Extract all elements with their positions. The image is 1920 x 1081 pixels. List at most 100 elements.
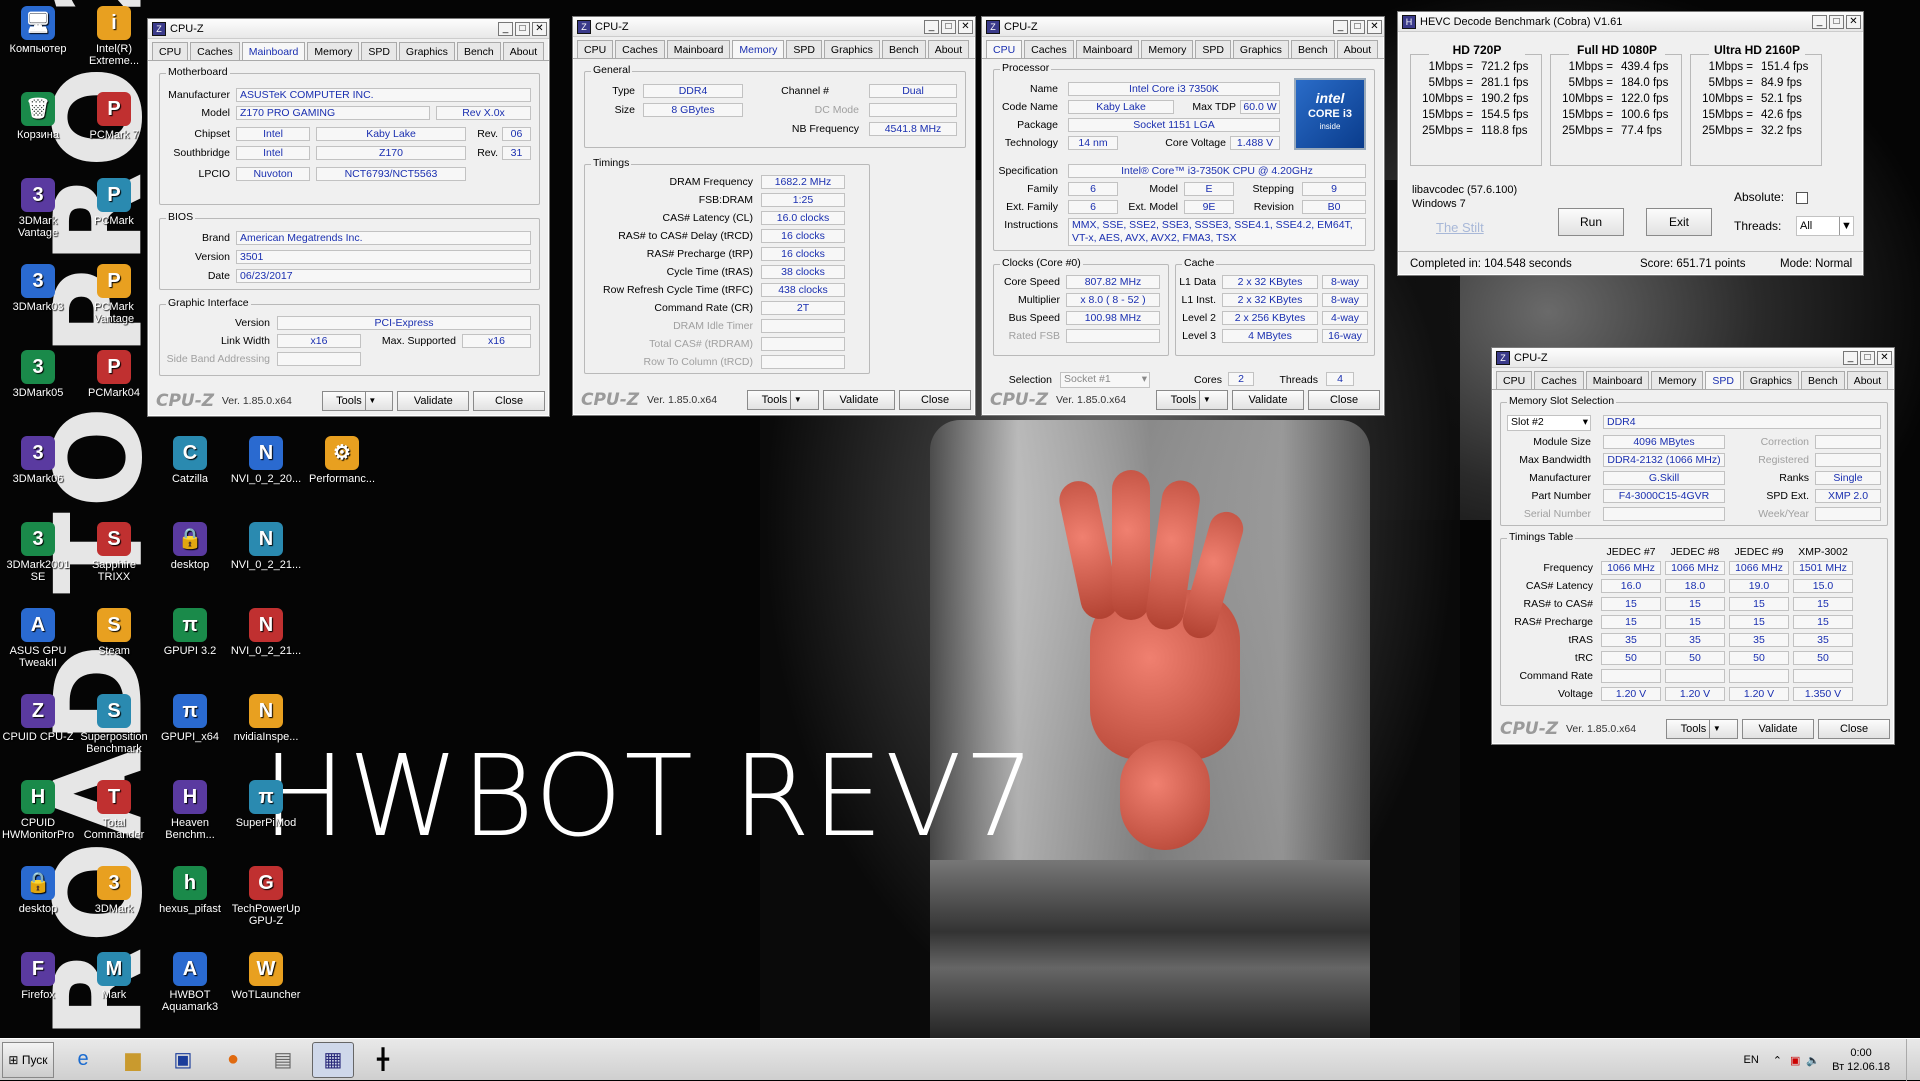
tab-graphics[interactable]: Graphics [399,42,455,60]
desktop-icon[interactable]: MMark [76,952,152,1001]
cpuz-taskbar-icon[interactable]: ▦ [312,1042,354,1078]
tab-bench[interactable]: Bench [457,42,501,60]
tab-about[interactable]: About [928,40,969,58]
run-button[interactable]: Run [1558,208,1624,236]
language-indicator[interactable]: EN [1744,1054,1759,1066]
absolute-checkbox[interactable] [1796,192,1808,204]
desktop-icon[interactable]: HHeaven Benchm... [152,780,228,841]
desktop-icon[interactable]: FFirefox [0,952,76,1001]
desktop-icon[interactable]: WWoTLauncher [228,952,304,1001]
title-bar[interactable]: Z CPU-Z _ □ ✕ [1492,348,1894,368]
clock[interactable]: 0:00 Вт 12.06.18 [1832,1046,1890,1074]
tab-about[interactable]: About [503,42,544,60]
tab-bench[interactable]: Bench [1801,371,1845,389]
cpuz-cpu-window[interactable]: Z CPU-Z _ □ ✕ CPU Caches Mainboard Memor… [981,16,1385,416]
validate-button[interactable]: Validate [397,391,469,411]
tab-cpu[interactable]: CPU [1496,371,1532,389]
tab-graphics[interactable]: Graphics [824,40,880,58]
desktop-icon[interactable]: HCPUID HWMonitorPro [0,780,76,841]
desktop-icon[interactable]: SSteam [76,608,152,657]
explorer-folder-icon[interactable]: ▆ [112,1042,154,1078]
desktop-icon[interactable]: AASUS GPU TweakII [0,608,76,669]
tab-memory[interactable]: Memory [1141,40,1193,58]
firefox-icon[interactable]: ● [212,1042,254,1078]
tab-cpu[interactable]: CPU [986,40,1022,58]
close-button[interactable]: Close [473,391,545,411]
hevc-taskbar-icon[interactable]: ╋ [362,1042,404,1078]
exit-button[interactable]: Exit [1646,208,1712,236]
tab-caches[interactable]: Caches [615,40,665,58]
maximize-button[interactable]: □ [515,22,530,36]
tab-caches[interactable]: Caches [190,42,240,60]
tab-mainboard[interactable]: Mainboard [1076,40,1140,58]
tab-spd[interactable]: SPD [1705,371,1741,389]
maximize-button[interactable]: □ [1350,20,1365,34]
tab-spd[interactable]: SPD [786,40,822,58]
desktop-icon[interactable]: PPCMark Vantage [76,264,152,325]
desktop-icon[interactable]: 33DMark05 [0,350,76,399]
the-stilt-link[interactable]: The Stilt [1436,220,1484,235]
validate-button[interactable]: Validate [1232,390,1304,410]
maximize-button[interactable]: □ [1860,351,1875,365]
tab-about[interactable]: About [1337,40,1378,58]
floppy-save-icon[interactable]: ▣ [162,1042,204,1078]
tab-cpu[interactable]: CPU [152,42,188,60]
minimize-button[interactable]: _ [924,20,939,34]
tray-expand-icon[interactable]: ⌃ [1773,1054,1782,1067]
desktop-icon[interactable]: 🔒desktop [0,866,76,915]
tools-button[interactable]: Tools ▼ [1666,719,1738,739]
desktop-icon[interactable]: TTotal Commander [76,780,152,841]
desktop-icon[interactable]: 🗑Корзина [0,92,76,141]
cpuz-spd-window[interactable]: Z CPU-Z _ □ ✕ CPU Caches Mainboard Memor… [1491,347,1895,745]
desktop-icon[interactable]: AHWBOT Aquamark3 [152,952,228,1013]
minimize-button[interactable]: _ [1843,351,1858,365]
desktop-icon[interactable]: NNVI_0_2_21... [228,522,304,571]
maximize-button[interactable]: □ [941,20,956,34]
tab-spd[interactable]: SPD [361,42,397,60]
tab-bench[interactable]: Bench [1291,40,1335,58]
desktop-icon[interactable]: 33DMark2001 SE [0,522,76,583]
validate-button[interactable]: Validate [823,390,895,410]
tools-button[interactable]: Tools ▼ [747,390,819,410]
desktop-icon[interactable]: iIntel(R) Extreme... [76,6,152,67]
desktop-icon[interactable]: PPCMark04 [76,350,152,399]
desktop-icon[interactable]: ⚙Performanc... [304,436,380,485]
close-window-button[interactable]: ✕ [1877,351,1892,365]
close-window-button[interactable]: ✕ [958,20,973,34]
desktop-icon[interactable]: 33DMark [76,866,152,915]
desktop-icon[interactable]: PPCMark [76,178,152,227]
minimize-button[interactable]: _ [498,22,513,36]
desktop-icon[interactable]: CCatzilla [152,436,228,485]
desktop-icon[interactable]: NNVI_0_2_21... [228,608,304,657]
desktop-icon[interactable]: 🔒desktop [152,522,228,571]
desktop-icon[interactable]: πGPUPI 3.2 [152,608,228,657]
internet-explorer-icon[interactable]: e [62,1042,104,1078]
desktop-icon[interactable]: πGPUPI_x64 [152,694,228,743]
desktop-icon[interactable]: hhexus_pifast [152,866,228,915]
title-bar[interactable]: Z CPU-Z _ □ ✕ [148,19,549,39]
desktop-icon[interactable]: NNVI_0_2_20... [228,436,304,485]
threads-select[interactable]: All▼ [1796,216,1854,236]
start-button[interactable]: ⊞ Пуск [2,1042,54,1078]
tools-button[interactable]: Tools ▼ [322,391,394,411]
close-button[interactable]: Close [899,390,971,410]
hevc-benchmark-window[interactable]: H HEVC Decode Benchmark (Cobra) V1.61 _ … [1397,11,1864,276]
desktop-icon[interactable]: πSuperPiMod [228,780,304,829]
slot-select[interactable]: Slot #2▾ [1507,415,1591,431]
title-bar[interactable]: Z CPU-Z _ □ ✕ [573,17,975,37]
cpuz-memory-window[interactable]: Z CPU-Z _ □ ✕ CPU Caches Mainboard Memor… [572,16,976,416]
desktop-icon[interactable]: 🖥Компьютер [0,6,76,55]
validate-button[interactable]: Validate [1742,719,1814,739]
tab-mainboard[interactable]: Mainboard [667,40,731,58]
desktop-icon[interactable]: SSuperposition Benchmark [76,694,152,755]
tab-graphics[interactable]: Graphics [1743,371,1799,389]
network-icon[interactable]: ▣ [1790,1054,1800,1067]
show-desktop-icon[interactable] [1906,1039,1920,1081]
tab-caches[interactable]: Caches [1534,371,1584,389]
close-window-button[interactable]: ✕ [1367,20,1382,34]
desktop-icon[interactable]: NnvidiaInspe... [228,694,304,743]
title-bar[interactable]: Z CPU-Z _ □ ✕ [982,17,1384,37]
desktop-icon[interactable]: PPCMark 7 [76,92,152,141]
tab-memory[interactable]: Memory [1651,371,1703,389]
desktop-icon[interactable]: 33DMark03 [0,264,76,313]
